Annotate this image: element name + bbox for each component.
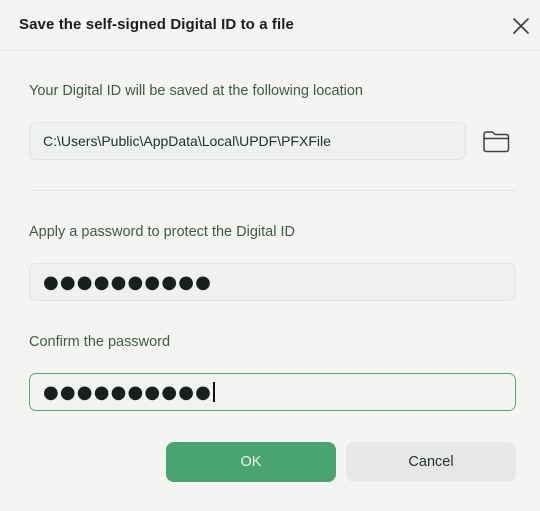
text-caret <box>213 382 215 402</box>
save-location-field[interactable]: C:\Users\Public\AppData\Local\UPDF\PFXFi… <box>29 122 466 160</box>
section-divider <box>29 190 516 191</box>
save-digital-id-dialog: Save the self-signed Digital ID to a fil… <box>0 0 540 511</box>
save-location-value: C:\Users\Public\AppData\Local\UPDF\PFXFi… <box>43 133 331 149</box>
close-icon[interactable] <box>509 14 533 38</box>
dialog-titlebar: Save the self-signed Digital ID to a fil… <box>0 0 540 51</box>
cancel-button[interactable]: Cancel <box>346 442 516 482</box>
dialog-title: Save the self-signed Digital ID to a fil… <box>19 16 294 33</box>
confirm-password-label: Confirm the password <box>29 334 171 350</box>
confirm-password-field[interactable]: ●●●●●●●●●● <box>29 373 516 411</box>
password-masked-value: ●●●●●●●●●● <box>43 271 213 293</box>
password-field[interactable]: ●●●●●●●●●● <box>29 263 516 301</box>
ok-button-label: OK <box>240 454 262 470</box>
cancel-button-label: Cancel <box>408 454 454 470</box>
password-label: Apply a password to protect the Digital … <box>29 224 295 240</box>
location-label: Your Digital ID will be saved at the fol… <box>29 83 363 99</box>
ok-button[interactable]: OK <box>166 442 336 482</box>
folder-icon[interactable] <box>481 126 511 156</box>
confirm-password-masked-value: ●●●●●●●●●● <box>43 381 213 403</box>
